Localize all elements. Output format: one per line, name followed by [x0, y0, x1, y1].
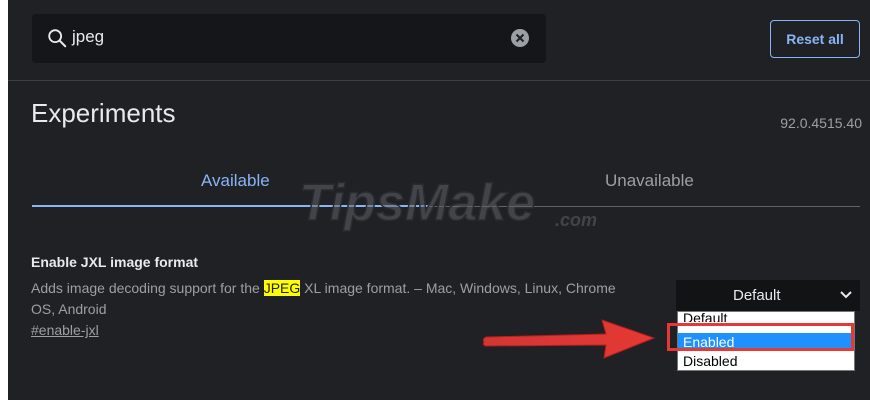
highlight-box — [667, 323, 854, 351]
search-input[interactable]: jpeg — [72, 27, 104, 47]
experiment-select[interactable]: Default — [676, 280, 860, 311]
watermark-suffix: .com — [555, 210, 597, 230]
search-box[interactable]: jpeg — [32, 14, 546, 63]
description-prefix: Adds image decoding support for the — [31, 280, 264, 296]
arrow-annotation-icon — [482, 319, 656, 359]
watermark-logo: TipsMake .com — [298, 173, 597, 233]
page-title: Experiments — [31, 98, 176, 128]
watermark-text: TipsMake — [299, 174, 535, 232]
chevron-down-icon — [840, 291, 852, 299]
tab-unavailable[interactable]: Unavailable — [605, 171, 694, 191]
clear-search-icon[interactable] — [510, 28, 530, 48]
experiment-title: Enable JXL image format — [31, 254, 199, 270]
header-divider — [8, 80, 870, 81]
tab-available[interactable]: Available — [201, 171, 270, 191]
search-highlight: JPEG — [263, 280, 301, 296]
reset-all-button[interactable]: Reset all — [770, 20, 860, 58]
top-bar: jpeg Reset all — [8, 0, 870, 80]
search-icon — [48, 29, 67, 48]
flags-page: jpeg Reset all Experiments 92.0.4515.40 … — [8, 0, 870, 400]
select-value: Default — [733, 287, 781, 304]
option-disabled[interactable]: Disabled — [678, 352, 854, 370]
experiment-link[interactable]: #enable-jxl — [31, 322, 99, 338]
experiment-description: Adds image decoding support for the JPEG… — [31, 278, 631, 320]
option-default[interactable]: Default — [678, 308, 854, 322]
version-label: 92.0.4515.40 — [780, 115, 862, 131]
